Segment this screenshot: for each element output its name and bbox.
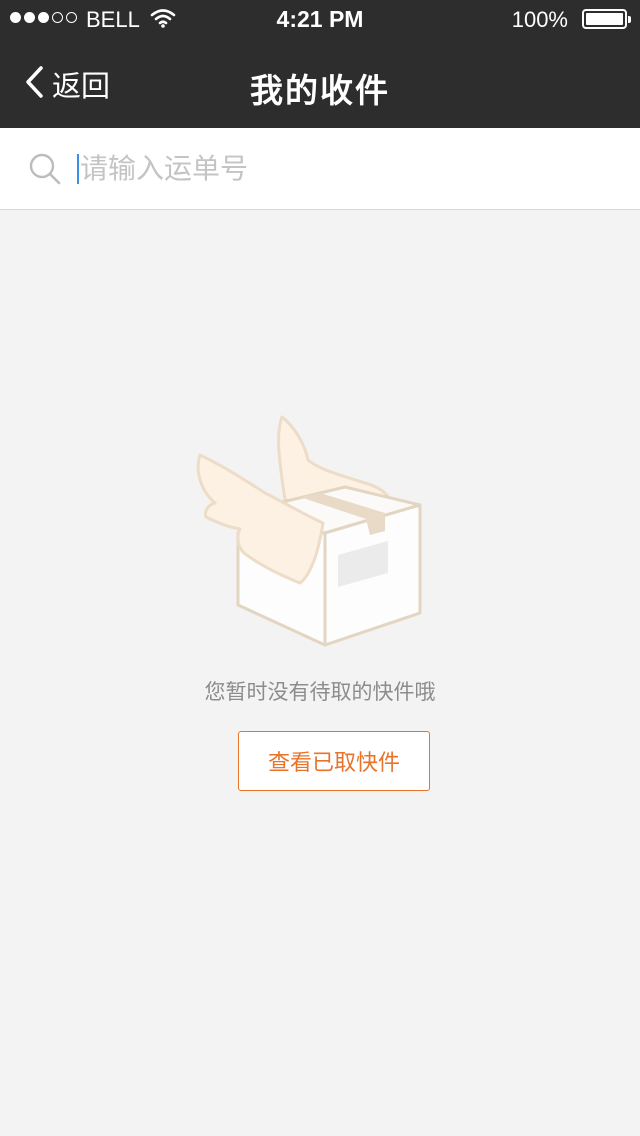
page-title: 我的收件 <box>250 71 390 110</box>
navigation-bar: 返回 我的收件 <box>0 40 640 128</box>
text-cursor <box>77 154 79 184</box>
battery-icon <box>582 9 631 29</box>
search-icon <box>28 152 62 190</box>
battery-percentage: 100% <box>511 7 568 32</box>
view-picked-up-button[interactable]: 查看已取快件 <box>238 731 430 791</box>
tracking-number-input[interactable] <box>80 148 600 188</box>
status-bar: BELL 4:21 PM 100% <box>0 0 640 40</box>
search-bar <box>0 128 640 210</box>
empty-state-message: 您暂时没有待取的快件哦 <box>204 680 436 704</box>
flying-package-icon <box>190 405 430 654</box>
